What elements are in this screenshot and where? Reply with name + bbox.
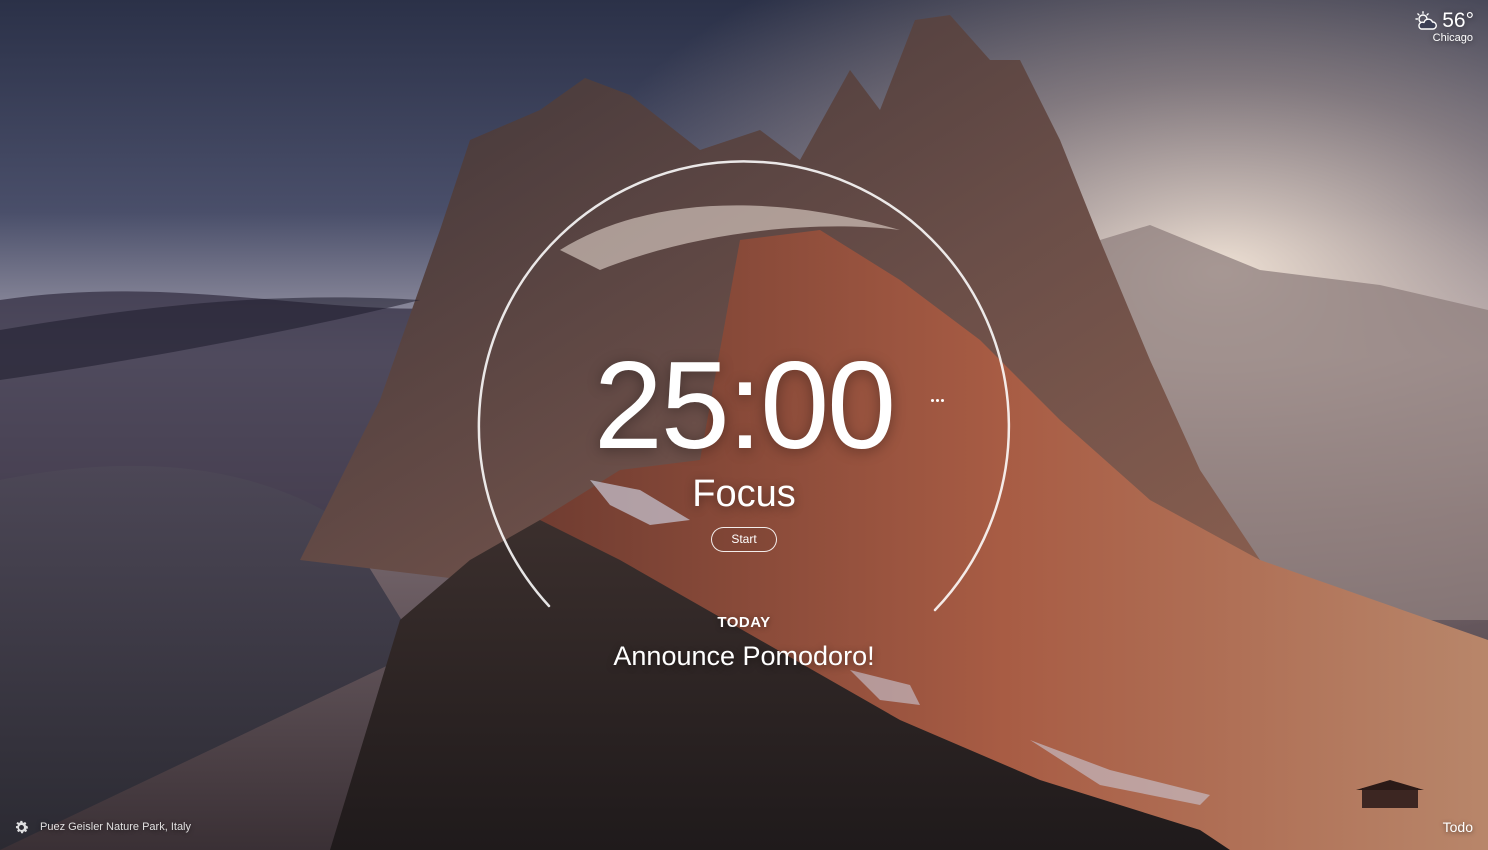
start-button[interactable]: Start — [711, 527, 777, 552]
todo-button[interactable]: Todo — [1443, 819, 1473, 835]
pomodoro-mode: Focus — [692, 473, 796, 515]
focus-task[interactable]: Announce Pomodoro! — [0, 638, 1488, 674]
photo-location[interactable]: Puez Geisler Nature Park, Italy — [40, 821, 191, 833]
weather-temperature: 56° — [1442, 9, 1474, 32]
weather-widget[interactable]: 56° Chicago — [1414, 8, 1474, 44]
gear-icon[interactable] — [13, 819, 30, 836]
ellipsis-dot — [935, 398, 939, 402]
ellipsis-dot — [930, 398, 934, 402]
weather-city: Chicago — [1432, 32, 1473, 44]
dashboard: 56° Chicago 25:00 Focus Start TODAY Anno… — [0, 0, 1488, 850]
today-label: TODAY — [717, 614, 771, 631]
pomodoro-timer: 25:00 — [593, 337, 896, 475]
ellipsis-icon[interactable] — [926, 390, 948, 410]
weather-row: 56° — [1414, 8, 1474, 34]
partly-cloudy-sun-icon — [1415, 11, 1438, 30]
ellipsis-dot — [940, 398, 944, 402]
